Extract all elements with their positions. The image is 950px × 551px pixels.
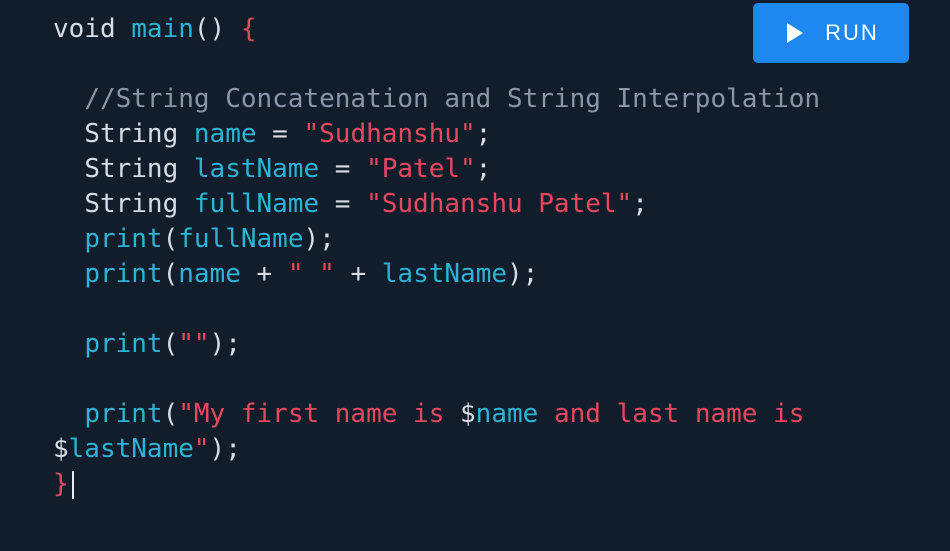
code-line-8: print(name + " " + lastName); bbox=[53, 257, 820, 292]
interpolated-variable: lastName bbox=[68, 434, 194, 464]
assign-op: = bbox=[319, 189, 367, 219]
assign-op: = bbox=[319, 154, 367, 184]
semicolon: ; bbox=[475, 154, 492, 184]
string-literal: " " bbox=[287, 259, 335, 289]
function-name: main bbox=[131, 14, 194, 44]
print-call: print bbox=[84, 224, 163, 254]
close-paren: ); bbox=[303, 224, 335, 254]
plus-op: + bbox=[240, 259, 288, 289]
print-call: print bbox=[84, 259, 163, 289]
code-comment: //String Concatenation and String Interp… bbox=[84, 84, 821, 114]
text-cursor bbox=[71, 470, 74, 499]
run-button-label: RUN bbox=[825, 20, 879, 45]
variable-ref: fullName bbox=[178, 224, 304, 254]
close-brace: } bbox=[53, 469, 69, 499]
code-line-12: print("My first name is $name and last n… bbox=[53, 397, 820, 432]
type-string: String bbox=[84, 119, 194, 149]
code-line-13: $lastName"); bbox=[53, 432, 820, 467]
code-line-4: String name = "Sudhanshu"; bbox=[53, 117, 820, 152]
open-paren: ( bbox=[162, 399, 179, 429]
close-paren: ); bbox=[507, 259, 539, 289]
semicolon: ; bbox=[475, 119, 492, 149]
open-paren: ( bbox=[162, 259, 179, 289]
interpolated-variable: name bbox=[475, 399, 539, 429]
variable-name: name bbox=[193, 119, 257, 149]
close-paren: ); bbox=[209, 329, 241, 359]
open-brace: { bbox=[240, 14, 257, 44]
play-icon bbox=[787, 23, 804, 43]
code-area[interactable]: void main() { //String Concatenation and… bbox=[53, 12, 820, 502]
string-literal: and last name is bbox=[538, 399, 805, 429]
string-literal: "Sudhanshu Patel" bbox=[366, 189, 633, 219]
string-literal: "" bbox=[178, 329, 210, 359]
code-line-14: } bbox=[53, 467, 820, 502]
string-literal: " bbox=[193, 434, 210, 464]
open-paren: ( bbox=[162, 224, 179, 254]
print-call: print bbox=[84, 399, 163, 429]
code-line-10: print(""); bbox=[53, 327, 820, 362]
interpolation-dollar: $ bbox=[53, 434, 69, 464]
variable-ref: lastName bbox=[381, 259, 508, 289]
open-paren: ( bbox=[162, 329, 179, 359]
plus-op: + bbox=[334, 259, 382, 289]
code-line-7: print(fullName); bbox=[53, 222, 820, 257]
semicolon: ; bbox=[632, 189, 648, 219]
close-paren: ); bbox=[209, 434, 241, 464]
variable-name: lastName bbox=[193, 154, 320, 184]
code-line-1: void main() { bbox=[53, 12, 820, 47]
type-string: String bbox=[84, 189, 194, 219]
string-literal: "My first name is bbox=[178, 399, 461, 429]
keyword-void: void bbox=[53, 14, 132, 44]
interpolation-dollar: $ bbox=[460, 399, 476, 429]
code-line-5: String lastName = "Patel"; bbox=[53, 152, 820, 187]
code-line-3: //String Concatenation and String Interp… bbox=[53, 82, 820, 117]
run-button[interactable]: RUN bbox=[753, 3, 909, 63]
print-call: print bbox=[84, 329, 163, 359]
string-literal: "Sudhanshu" bbox=[303, 119, 476, 149]
code-line-6: String fullName = "Sudhanshu Patel"; bbox=[53, 187, 820, 222]
variable-name: fullName bbox=[193, 189, 320, 219]
variable-ref: name bbox=[178, 259, 241, 289]
string-literal: "Patel" bbox=[366, 154, 476, 184]
code-editor[interactable]: void main() { //String Concatenation and… bbox=[0, 0, 950, 551]
parens: () bbox=[193, 14, 241, 44]
assign-op: = bbox=[256, 119, 304, 149]
type-string: String bbox=[84, 154, 194, 184]
